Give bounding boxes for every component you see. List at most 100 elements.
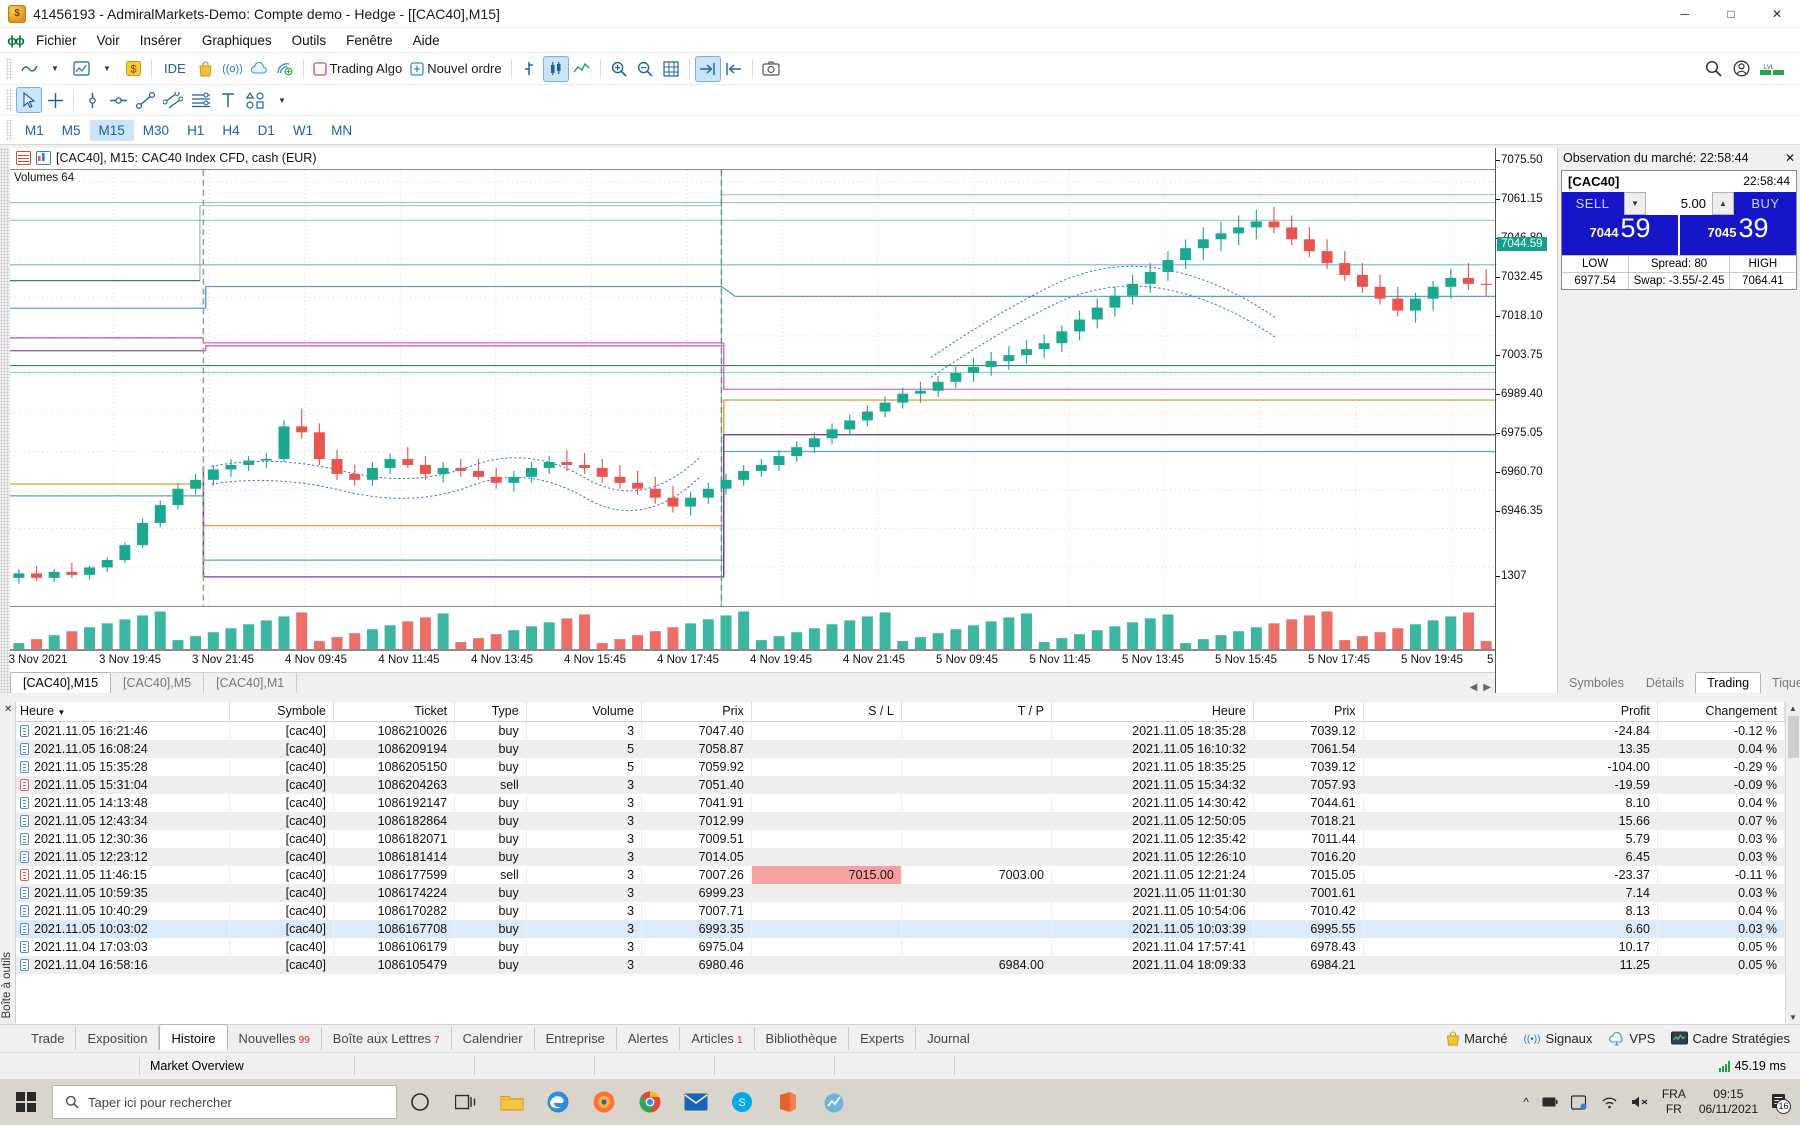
search-icon[interactable]: [1700, 56, 1726, 82]
table-row[interactable]: 2021.11.05 10:40:29[cac40]1086170282buy3…: [16, 902, 1785, 920]
chart-tab-m5[interactable]: [CAC40],M5: [111, 673, 204, 693]
toolbox-tab-calendrier[interactable]: Calendrier: [452, 1027, 535, 1050]
edge-icon[interactable]: [535, 1079, 581, 1125]
tray-clock[interactable]: 09:1506/11/2021: [1699, 1087, 1758, 1117]
link-cadre-strategies[interactable]: Cadre Stratégies: [1671, 1031, 1790, 1046]
sell-quote[interactable]: 7044 59: [1562, 215, 1680, 255]
chart-left-grip[interactable]: [0, 148, 10, 693]
table-row[interactable]: 2021.11.04 16:58:16[cac40]1086105479buy3…: [16, 956, 1785, 974]
table-row[interactable]: 2021.11.05 16:21:46[cac40]1086210026buy3…: [16, 722, 1785, 741]
timeframe-w1[interactable]: W1: [284, 120, 322, 141]
tray-expand-icon[interactable]: ^: [1523, 1095, 1529, 1109]
chart-type-dropdown-icon[interactable]: ▼: [42, 56, 68, 82]
toolbox-tab-exposition[interactable]: Exposition: [76, 1027, 159, 1050]
col-symbol[interactable]: Symbole: [230, 702, 334, 722]
tab-tique[interactable]: Tique: [1761, 673, 1800, 693]
toolbox-tab-histoire[interactable]: Histoire: [159, 1024, 227, 1050]
col-profit[interactable]: Profit: [1363, 702, 1657, 722]
chart-tab-m1[interactable]: [CAC40],M1: [204, 673, 297, 693]
col-change[interactable]: Changement: [1657, 702, 1784, 722]
col-close-time[interactable]: Heure: [1051, 702, 1253, 722]
toolbox-tab-journal[interactable]: Journal: [916, 1027, 981, 1050]
timeframe-h1[interactable]: H1: [178, 120, 213, 141]
volume-increase-icon[interactable]: ▲: [1712, 192, 1734, 215]
linebar-grip[interactable]: [6, 89, 13, 111]
trading-algo-button[interactable]: Trading Algo: [309, 56, 407, 82]
menu-outils[interactable]: Outils: [282, 30, 337, 51]
table-row[interactable]: 2021.11.05 15:31:04[cac40]1086204263sell…: [16, 776, 1785, 794]
timeframe-m15[interactable]: M15: [90, 120, 134, 141]
minimize-button[interactable]: ─: [1662, 0, 1708, 28]
firefox-icon[interactable]: [581, 1079, 627, 1125]
menu-aide[interactable]: Aide: [403, 30, 450, 51]
table-row[interactable]: 2021.11.05 15:35:28[cac40]1086205150buy5…: [16, 758, 1785, 776]
chart-window-dropdown-icon[interactable]: ▼: [94, 56, 120, 82]
toolbox-tab-boite-lettres[interactable]: Boîte aux Lettres7: [322, 1027, 452, 1050]
col-open-time[interactable]: Heure ▼: [16, 702, 230, 722]
menu-graphiques[interactable]: Graphiques: [192, 30, 282, 51]
close-button[interactable]: ✕: [1754, 0, 1800, 28]
table-row[interactable]: 2021.11.05 12:23:12[cac40]1086181414buy3…: [16, 848, 1785, 866]
file-explorer-icon[interactable]: [489, 1079, 535, 1125]
toolbox-close-icon[interactable]: ✕: [4, 704, 12, 715]
zoom-in-icon[interactable]: [606, 56, 632, 82]
screenshot-icon[interactable]: [758, 56, 784, 82]
toolbox-tab-entreprise[interactable]: Entreprise: [535, 1027, 617, 1050]
shapes-icon[interactable]: [241, 87, 269, 113]
bar-chart-icon[interactable]: [517, 56, 543, 82]
col-volume[interactable]: Volume: [526, 702, 641, 722]
col-ticket[interactable]: Ticket: [333, 702, 454, 722]
table-row[interactable]: 2021.11.05 10:03:02[cac40]1086167708buy3…: [16, 920, 1785, 938]
menu-voir[interactable]: Voir: [87, 30, 130, 51]
col-sl[interactable]: S / L: [751, 702, 901, 722]
col-close-price[interactable]: Prix: [1253, 702, 1363, 722]
chart-type-icon[interactable]: [16, 56, 42, 82]
zoom-out-icon[interactable]: [632, 56, 658, 82]
timeframe-d1[interactable]: D1: [249, 120, 284, 141]
buy-quote[interactable]: 7045 39: [1680, 215, 1796, 255]
notification-center-icon[interactable]: 16: [1771, 1093, 1788, 1112]
chart-tabs-prev-icon[interactable]: ◀: [1470, 682, 1478, 693]
tab-details[interactable]: Détails: [1635, 673, 1695, 693]
toolbox-tab-bibliotheque[interactable]: Bibliothèque: [755, 1027, 850, 1050]
account-icon[interactable]: [1728, 56, 1754, 82]
menu-fichier[interactable]: Fichier: [26, 30, 87, 51]
scroll-up-icon[interactable]: ▲: [1789, 702, 1797, 715]
chart-shift-icon[interactable]: [721, 56, 747, 82]
col-type[interactable]: Type: [455, 702, 527, 722]
scroll-down-icon[interactable]: ▼: [1789, 1011, 1797, 1024]
vertical-line-icon[interactable]: [79, 87, 105, 113]
crosshair-icon[interactable]: [42, 87, 68, 113]
table-row[interactable]: 2021.11.05 12:30:36[cac40]1086182071buy3…: [16, 830, 1785, 848]
horizontal-line-icon[interactable]: [105, 87, 132, 113]
line-chart-icon[interactable]: [569, 56, 595, 82]
col-open-price[interactable]: Prix: [642, 702, 752, 722]
volume-stepper[interactable]: ▼ 5.00 ▲: [1623, 192, 1735, 215]
price-axis[interactable]: 7075.50 7061.15 7046.80 7044.59 7032.45 …: [1495, 148, 1557, 693]
table-row[interactable]: 2021.11.05 10:59:35[cac40]1086174224buy3…: [16, 884, 1785, 902]
link-signaux[interactable]: ((•)) Signaux: [1523, 1031, 1592, 1046]
toolbox-tab-nouvelles[interactable]: Nouvelles99: [228, 1027, 322, 1050]
tab-symboles[interactable]: Symboles: [1558, 673, 1635, 693]
task-view-icon[interactable]: [443, 1079, 489, 1125]
vps-icon[interactable]: [272, 56, 298, 82]
menu-inserer[interactable]: Insérer: [130, 30, 192, 51]
fibonacci-icon[interactable]: [187, 87, 215, 113]
table-row[interactable]: 2021.11.05 12:43:34[cac40]1086182864buy3…: [16, 812, 1785, 830]
auto-scroll-icon[interactable]: [695, 56, 721, 82]
cloud-icon[interactable]: [246, 56, 272, 82]
taskbar-search[interactable]: Taper ici pour rechercher: [52, 1085, 397, 1119]
link-marche[interactable]: Marché: [1446, 1031, 1507, 1046]
channel-icon[interactable]: [159, 87, 187, 113]
scroll-thumb[interactable]: [1788, 716, 1799, 758]
history-scrollbar[interactable]: ▲ ▼: [1785, 702, 1800, 1024]
toolbar-grip[interactable]: [6, 58, 13, 80]
chart-tabs-next-icon[interactable]: ▶: [1483, 682, 1491, 693]
grid-icon[interactable]: [658, 56, 684, 82]
timeframe-m1[interactable]: M1: [16, 120, 53, 141]
timeframe-m30[interactable]: M30: [134, 120, 178, 141]
trendline-icon[interactable]: [132, 87, 159, 113]
new-order-button[interactable]: Nouvel ordre: [406, 56, 505, 82]
chart-window-icon[interactable]: [68, 56, 94, 82]
toolbox-tab-alertes[interactable]: Alertes: [617, 1027, 680, 1050]
